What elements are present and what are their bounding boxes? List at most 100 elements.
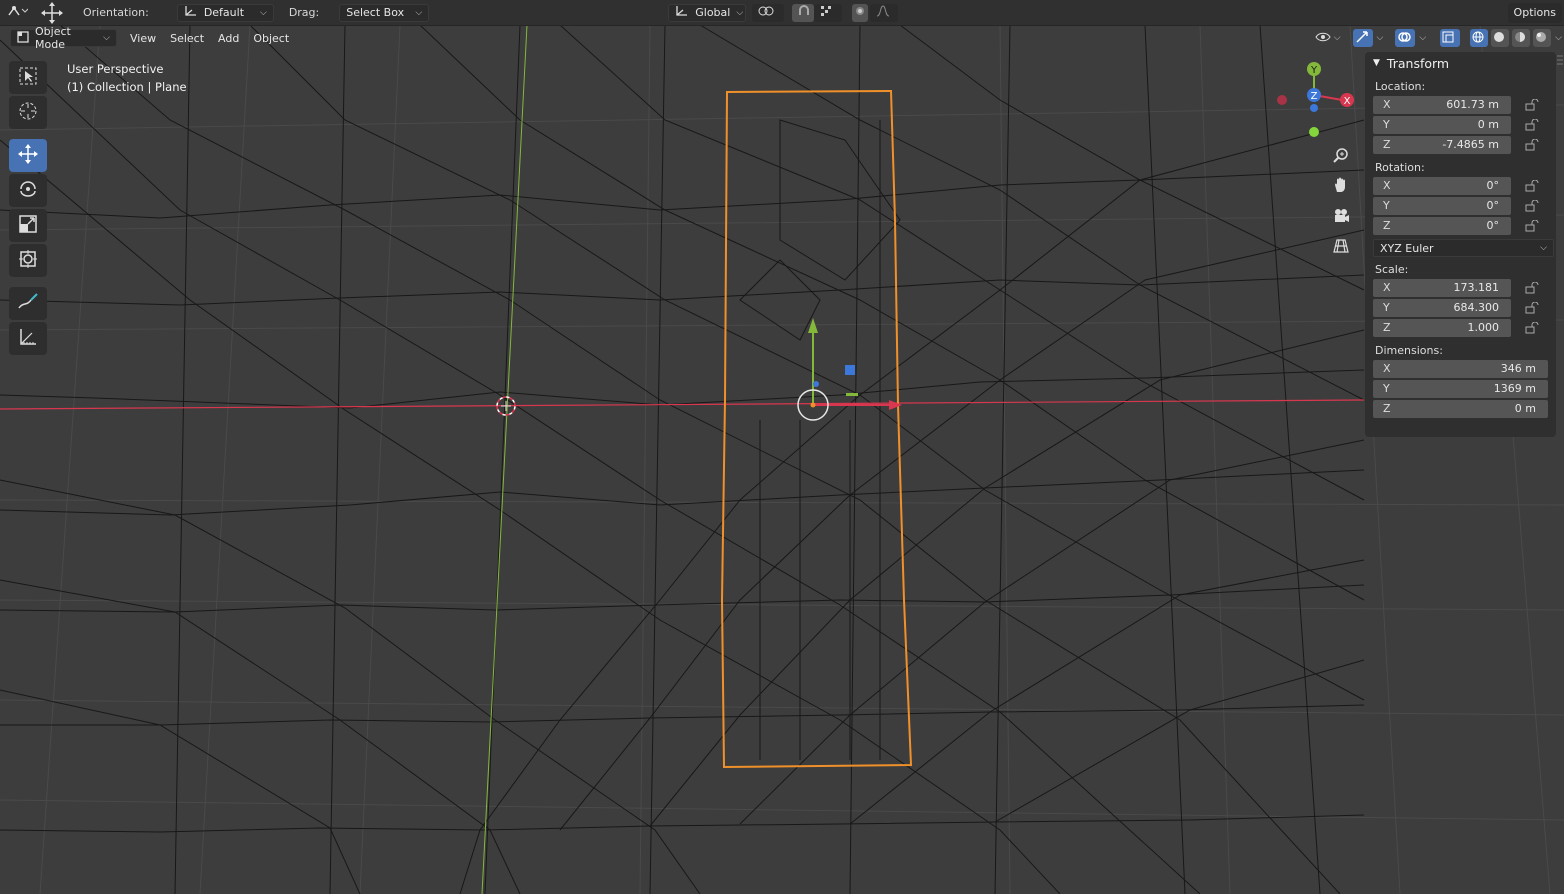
field-value: 1.000 <box>1467 321 1500 334</box>
move-tool-icon[interactable] <box>40 1 64 25</box>
measure-tool[interactable] <box>9 322 47 355</box>
lock-icon[interactable] <box>1525 119 1539 131</box>
material-shading-button[interactable] <box>1512 29 1531 47</box>
drag-dropdown[interactable]: Select Box ⌵ <box>339 3 430 22</box>
drag-value: Select Box <box>346 6 405 19</box>
lock-icon[interactable] <box>1525 99 1539 111</box>
lock-icon[interactable] <box>1525 180 1539 192</box>
axis-label: Y <box>1383 199 1390 212</box>
field-value: 0 m <box>1477 118 1499 131</box>
rotation-z-field[interactable]: Z 0° <box>1373 216 1511 235</box>
move-tool[interactable] <box>9 139 47 172</box>
proportional-edit-icon <box>855 6 865 19</box>
pan-button[interactable] <box>1328 173 1354 199</box>
rotation-mode-value: XYZ Euler <box>1380 241 1434 255</box>
field-value: 0° <box>1486 199 1500 212</box>
scale-y-row: Y 684.300 <box>1365 298 1556 318</box>
rotation-x-field[interactable]: X 0° <box>1373 176 1511 195</box>
location-x-field[interactable]: X 601.73 m <box>1373 95 1511 114</box>
scale-tool[interactable] <box>9 209 47 242</box>
orientation-icon <box>184 5 198 20</box>
transform-orientation-dropdown[interactable]: Global ⌵ <box>668 3 747 22</box>
overlays-toggle[interactable] <box>1395 29 1416 47</box>
gizmo-toggle[interactable] <box>1352 29 1373 47</box>
neg-y-axis-dot[interactable] <box>1309 127 1319 137</box>
chevron-down-icon[interactable]: ⌵ <box>1419 33 1426 43</box>
camera-view-button[interactable] <box>1328 204 1354 230</box>
lock-icon[interactable] <box>1525 220 1539 232</box>
gizmo-z-label: Z <box>1311 91 1318 102</box>
gizmo-y-label: Y <box>1310 65 1318 76</box>
mode-dropdown[interactable]: Object Mode ⌵ <box>10 25 117 51</box>
scale-x-field[interactable]: X 173.181 <box>1373 278 1511 297</box>
chevron-down-icon[interactable]: ⌵ <box>1555 33 1562 43</box>
visibility-dropdown[interactable]: ⌵ <box>1313 29 1343 47</box>
location-y-row: Y 0 m <box>1365 115 1556 135</box>
field-value: 0° <box>1486 179 1500 192</box>
dimensions-x-field[interactable]: X 346 m <box>1373 359 1548 378</box>
panel-drag-handle[interactable] <box>1556 52 1564 70</box>
dimensions-z-field[interactable]: Z 0 m <box>1373 399 1548 418</box>
field-value: 601.73 m <box>1446 98 1499 111</box>
gizmo-icon <box>1355 30 1369 47</box>
proportional-edit-toggle[interactable] <box>852 3 869 22</box>
transform-panel-header[interactable]: ▼ Transform <box>1365 52 1556 74</box>
lock-icon[interactable] <box>1525 139 1539 151</box>
location-y-field[interactable]: Y 0 m <box>1373 115 1511 134</box>
scale-z-field[interactable]: Z 1.000 <box>1373 318 1511 337</box>
menu-view[interactable]: View <box>123 29 163 48</box>
chevron-down-icon[interactable]: ⌵ <box>1377 33 1384 43</box>
navigation-gizmo[interactable]: Y Z X <box>1270 58 1360 140</box>
location-x-row: X 601.73 m <box>1365 95 1556 115</box>
snap-target-dropdown[interactable] <box>814 3 843 22</box>
solid-shading-button[interactable] <box>1491 29 1510 47</box>
menu-object[interactable]: Object <box>246 29 296 48</box>
location-z-field[interactable]: Z -7.4865 m <box>1373 135 1511 154</box>
neg-z-axis-dot[interactable] <box>1310 104 1318 112</box>
link-icon <box>758 5 774 20</box>
rotation-z-row: Z 0° <box>1365 216 1556 236</box>
perspective-toggle-button[interactable] <box>1328 234 1354 260</box>
options-button[interactable]: Options <box>1507 2 1562 23</box>
orientation-label: Orientation: <box>83 6 149 19</box>
cursor-tool[interactable] <box>9 96 47 129</box>
field-value: 346 m <box>1500 362 1536 375</box>
chevron-down-icon: ⌵ <box>415 7 423 18</box>
viewport-header: Object Mode ⌵ View Select Add Object ⌵ ⌵… <box>0 25 1564 51</box>
xray-toggle[interactable] <box>1440 29 1461 47</box>
falloff-dropdown[interactable] <box>870 3 899 22</box>
gizmo-x-label: X <box>1344 96 1351 107</box>
pivot-point-dropdown[interactable] <box>752 3 785 22</box>
falloff-curve-icon <box>876 5 890 20</box>
transform-tool[interactable] <box>9 244 47 277</box>
rotation-mode-dropdown[interactable]: XYZ Euler ⌵ <box>1373 239 1554 257</box>
move-gizmo[interactable] <box>797 318 902 421</box>
annotate-tool[interactable] <box>9 287 47 320</box>
field-value: 684.300 <box>1453 301 1500 314</box>
rotation-y-row: Y 0° <box>1365 196 1556 216</box>
dimensions-y-field[interactable]: Y 1369 m <box>1373 379 1548 398</box>
lock-icon[interactable] <box>1525 282 1539 294</box>
axis-label: X <box>1383 98 1391 111</box>
ruler-icon <box>18 327 38 350</box>
rendered-shading-button[interactable] <box>1533 29 1552 47</box>
transform-affect-dropdown[interactable] <box>6 4 29 21</box>
transform-icon <box>18 249 38 272</box>
select-box-tool[interactable] <box>9 61 47 94</box>
menu-select[interactable]: Select <box>163 29 211 48</box>
global-axes-icon <box>675 5 689 20</box>
snap-toggle[interactable] <box>792 3 815 22</box>
orientation-dropdown[interactable]: Default ⌵ <box>176 3 274 22</box>
rotation-y-field[interactable]: Y 0° <box>1373 196 1511 215</box>
lock-icon[interactable] <box>1525 200 1539 212</box>
wireframe-shading-button[interactable] <box>1470 29 1489 47</box>
overlays-icon <box>1397 30 1412 47</box>
lock-icon[interactable] <box>1525 302 1539 314</box>
neg-x-axis-dot[interactable] <box>1277 95 1287 105</box>
lock-icon[interactable] <box>1525 322 1539 334</box>
zoom-button[interactable] <box>1328 143 1354 169</box>
scale-y-field[interactable]: Y 684.300 <box>1373 298 1511 317</box>
object-mode-icon <box>17 30 29 46</box>
rotate-tool[interactable] <box>9 174 47 207</box>
menu-add[interactable]: Add <box>211 29 246 48</box>
